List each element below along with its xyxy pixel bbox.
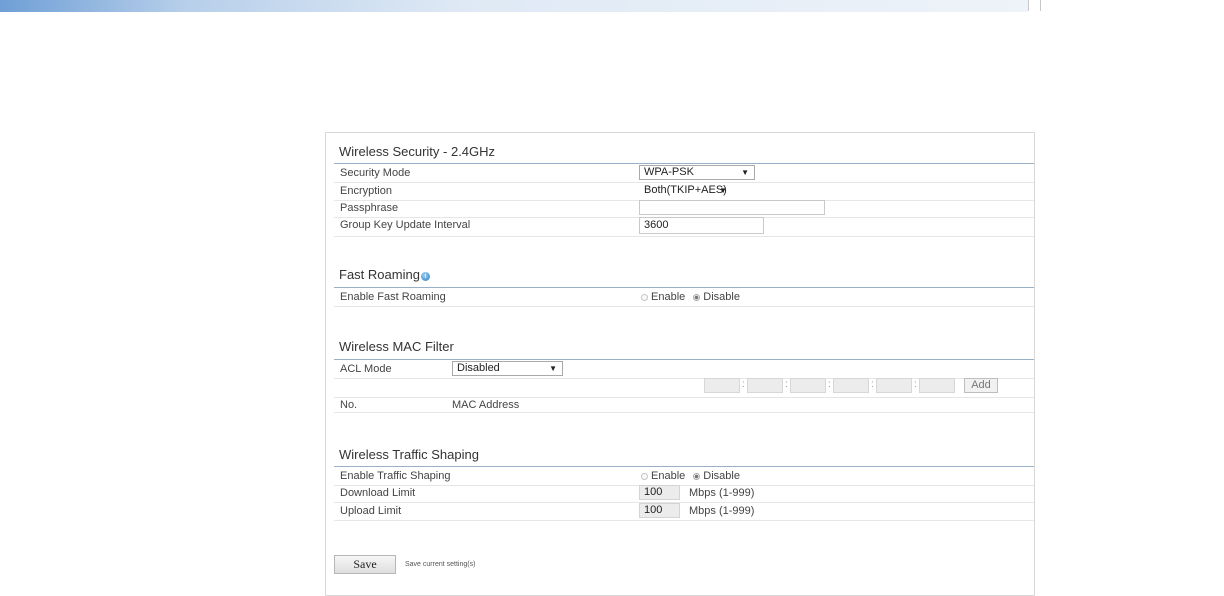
upload-limit-label: Upload Limit [340,505,402,517]
fast-roaming-radio-group: Enable Disable [639,291,746,303]
traffic-shaping-row: Enable Traffic Shaping Enable Disable [334,468,1034,486]
section-divider [334,287,1034,288]
mac-separator: : [785,379,788,390]
upload-limit-input[interactable]: 100 [639,503,680,518]
header-divider [1028,0,1029,11]
security-mode-select[interactable]: WPA-PSK ▼ [639,165,755,180]
upload-limit-row: Upload Limit 100 Mbps (1-999) [334,503,1034,521]
passphrase-row: Passphrase [334,200,1034,218]
upload-limit-unit: Mbps (1-999) [689,505,755,517]
traffic-shaping-radio-group: Enable Disable [639,470,746,482]
mac-octet-input[interactable] [790,378,826,393]
traffic-shaping-title: Wireless Traffic Shaping [339,447,479,462]
acl-mode-value: Disabled [457,362,500,374]
mac-separator: : [828,379,831,390]
mac-octet-input[interactable] [833,378,869,393]
fast-roaming-disable-label: Disable [703,291,740,303]
mac-col-no: No. [340,399,358,411]
header-divider [1040,0,1041,11]
group-key-input[interactable]: 3600 [639,217,764,234]
acl-mode-label: ACL Mode [340,363,392,375]
fast-roaming-row: Enable Fast Roaming Enable Disable [334,289,1034,307]
section-divider [334,163,1034,164]
encryption-value: Both(TKIP+AES) [644,184,727,196]
section-divider [334,466,1034,467]
group-key-row: Group Key Update Interval 3600 [334,217,1034,237]
security-mode-label: Security Mode [340,167,411,179]
traffic-shaping-enable-radio[interactable] [641,473,648,480]
info-icon[interactable]: i [420,272,430,281]
mac-octet-input[interactable] [747,378,783,393]
save-hint-text: Save current setting(s) [405,561,476,568]
add-mac-button[interactable]: Add [964,378,998,393]
mac-octet-input[interactable] [704,378,740,393]
mac-entry-row: : : : : : Add [334,378,1034,398]
fast-roaming-enable-label: Enable [651,291,686,303]
mac-separator: : [871,379,874,390]
fast-roaming-label: Enable Fast Roaming [340,291,446,303]
traffic-shaping-label: Enable Traffic Shaping [340,470,451,482]
mac-octet-input[interactable] [876,378,912,393]
mac-filter-title: Wireless MAC Filter [339,339,454,354]
fast-roaming-enable-radio[interactable] [641,294,648,301]
download-limit-row: Download Limit 100 Mbps (1-999) [334,485,1034,503]
mac-octet-input[interactable] [919,378,955,393]
passphrase-label: Passphrase [340,202,399,214]
security-mode-row: Security Mode WPA-PSK ▼ [334,165,1034,183]
dropdown-arrow-icon: ▼ [719,186,727,195]
mac-separator: : [742,379,745,390]
acl-mode-select[interactable]: Disabled ▼ [452,361,563,376]
acl-mode-row: ACL Mode Disabled ▼ [334,361,1034,379]
dropdown-arrow-icon: ▼ [741,168,749,177]
fast-roaming-title-text: Fast Roaming [339,267,420,282]
mac-col-address: MAC Address [452,399,520,411]
header-banner [0,0,1028,12]
encryption-select[interactable]: Both(TKIP+AES) ▼ [639,183,730,198]
mac-separator: : [914,379,917,390]
section-divider [334,359,1034,360]
passphrase-input[interactable] [639,200,825,215]
mac-table-header: No. MAC Address [334,398,1034,413]
traffic-shaping-disable-label: Disable [703,470,740,482]
group-key-label: Group Key Update Interval [340,219,471,231]
wireless-security-title: Wireless Security - 2.4GHz [339,144,496,159]
traffic-shaping-enable-label: Enable [651,470,686,482]
download-limit-unit: Mbps (1-999) [689,487,755,499]
fast-roaming-disable-radio[interactable] [693,294,701,301]
dropdown-arrow-icon: ▼ [549,364,557,373]
security-mode-value: WPA-PSK [644,166,694,178]
download-limit-input[interactable]: 100 [639,485,680,500]
fast-roaming-title: Fast Roaming i [339,267,430,282]
traffic-shaping-disable-radio[interactable] [693,473,701,480]
settings-panel: Wireless Security - 2.4GHz Security Mode… [325,132,1035,596]
encryption-row: Encryption Both(TKIP+AES) ▼ [334,183,1034,201]
download-limit-label: Download Limit [340,487,416,499]
encryption-label: Encryption [340,185,392,197]
save-button[interactable]: Save [334,555,396,574]
